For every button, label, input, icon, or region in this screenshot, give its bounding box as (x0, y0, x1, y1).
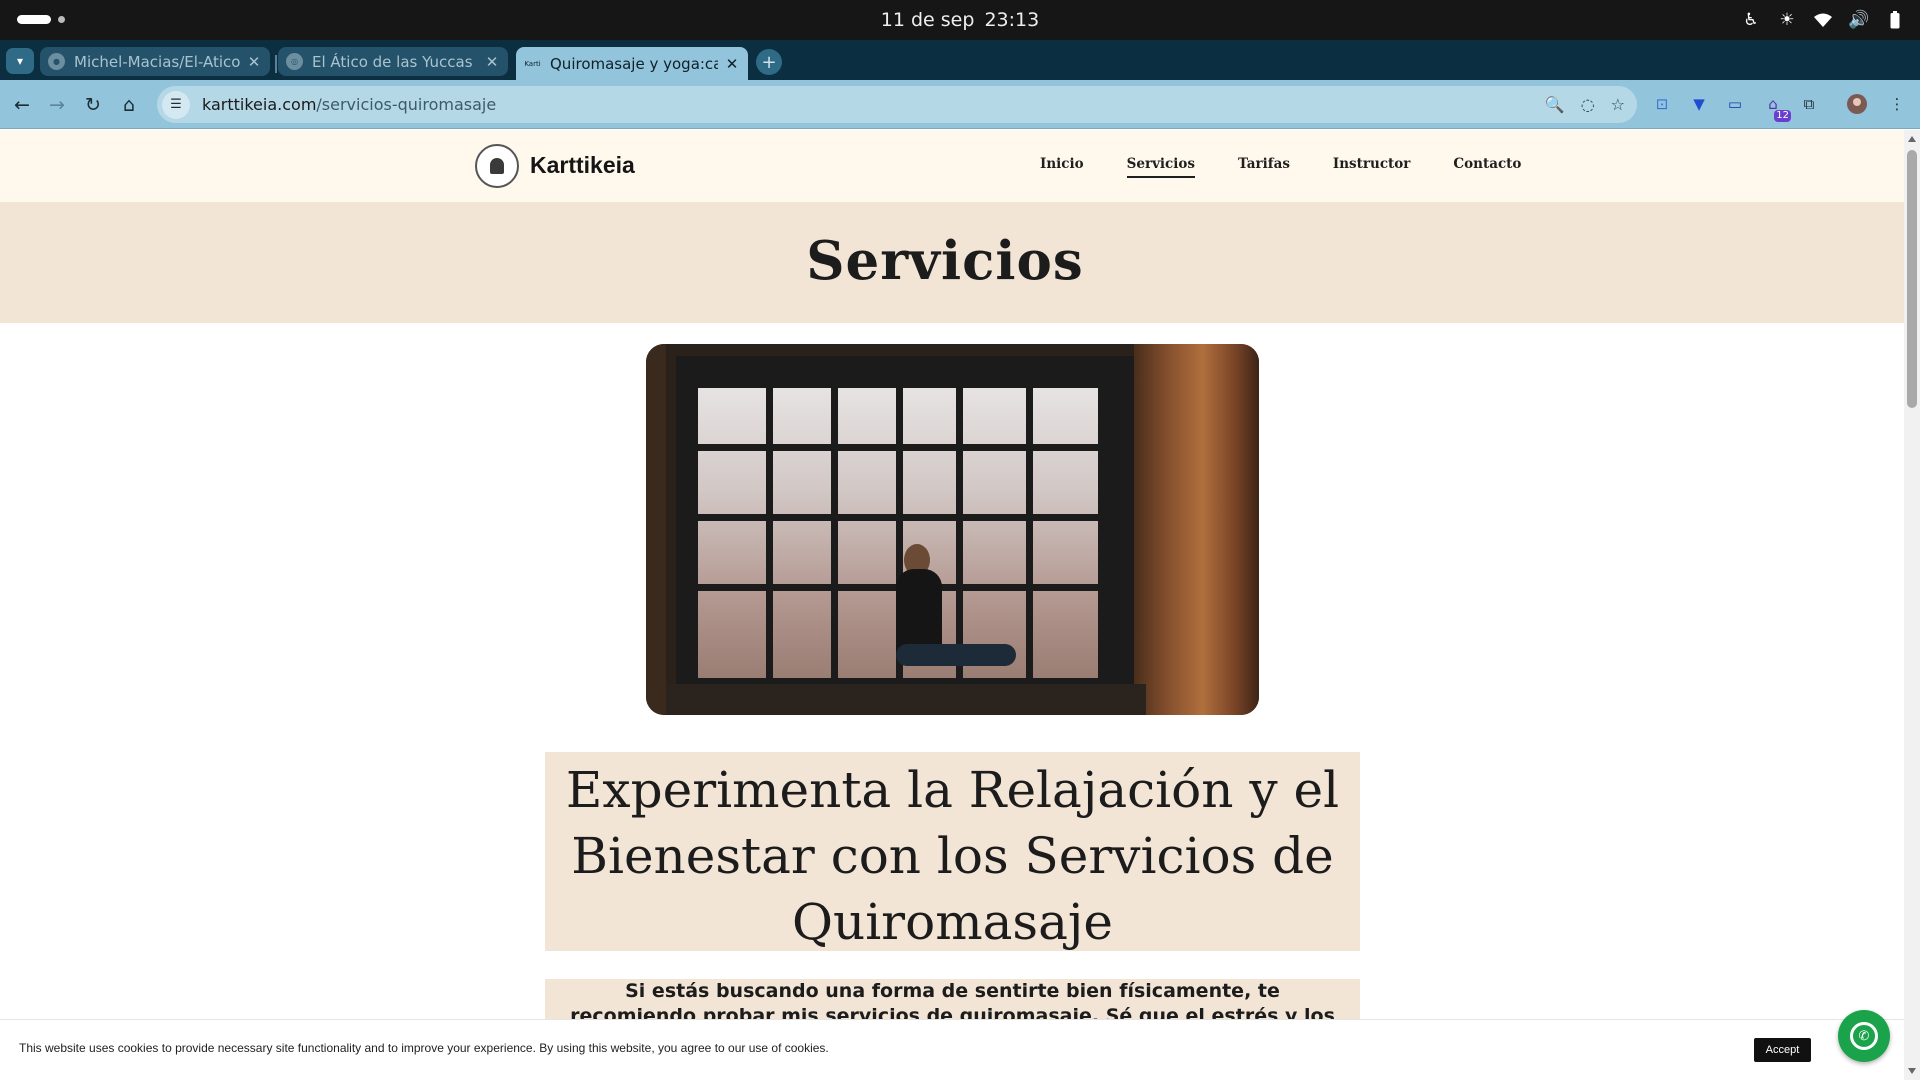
nav-servicios[interactable]: Servicios (1126, 156, 1196, 178)
brightness-icon[interactable]: ☀ (1776, 9, 1798, 31)
plus-icon: + (761, 51, 777, 73)
page-banner: Servicios (0, 202, 1904, 323)
tab-separator (275, 55, 277, 73)
home-icon: ⌂ (122, 94, 136, 116)
close-icon[interactable]: ✕ (246, 53, 262, 71)
site-brand[interactable]: Karttikeia (530, 152, 635, 179)
extension-badge-icon[interactable]: ⌂ 12 (1761, 92, 1791, 122)
address-bar[interactable]: ☰ karttikeia.com/servicios-quiromasaje 🔍… (157, 86, 1637, 123)
services-headline: Experimenta la Relajación y el Bienestar… (565, 761, 1340, 951)
hero-image (646, 344, 1259, 715)
headline-box: Experimenta la Relajación y el Bienestar… (545, 752, 1360, 951)
arrow-right-icon: → (49, 94, 65, 116)
page-scrollbar[interactable] (1904, 130, 1920, 1080)
tab-title: El Ático de las Yuccas - Y (312, 52, 478, 71)
zoom-icon[interactable]: 🔍 (1545, 95, 1565, 114)
extension-badge-count: 12 (1774, 110, 1791, 122)
menu-kebab-icon[interactable]: ⋮ (1885, 92, 1909, 116)
reload-icon: ↻ (85, 94, 101, 116)
tab-search-button[interactable]: ▾ (6, 48, 34, 74)
site-favicon: Karti (524, 59, 541, 68)
site-header: Karttikeia Inicio Servicios Tarifas Inst… (0, 130, 1904, 202)
scroll-down-arrow-icon[interactable] (1908, 1068, 1916, 1074)
fq-extension-icon[interactable]: ▭ (1723, 92, 1747, 116)
site-logo[interactable] (475, 144, 519, 188)
url-path: /servicios-quiromasaje (316, 95, 497, 114)
cookie-accept-button[interactable]: Accept (1754, 1038, 1811, 1062)
home-button[interactable]: ⌂ (116, 92, 142, 118)
eye-off-icon[interactable]: ◌ (1581, 95, 1595, 114)
arrow-left-icon: ← (14, 94, 30, 116)
url-domain: karttikeia.com (202, 95, 317, 114)
scroll-up-arrow-icon[interactable] (1908, 136, 1916, 142)
system-tray[interactable]: ♿ ☀ 🔊 (1740, 0, 1906, 40)
clock-date: 11 de sep (880, 9, 975, 31)
page-viewport: Karttikeia Inicio Servicios Tarifas Inst… (0, 130, 1904, 1080)
nav-tarifas[interactable]: Tarifas (1238, 156, 1290, 178)
star-icon[interactable]: ☆ (1611, 95, 1625, 114)
accessibility-icon[interactable]: ♿ (1740, 9, 1762, 31)
chevron-down-icon: ▾ (16, 54, 24, 68)
whatsapp-button[interactable]: ✆ (1838, 1010, 1890, 1062)
extensions-puzzle-icon[interactable]: ⧉ (1797, 92, 1821, 116)
cookie-banner: This website uses cookies to provide nec… (0, 1019, 1904, 1080)
site-info-icon[interactable]: ☰ (162, 90, 190, 119)
tab-el-atico[interactable]: ◎ El Ático de las Yuccas - Y ✕ (278, 47, 508, 76)
battery-icon[interactable] (1884, 9, 1906, 31)
os-top-bar: 11 de sep 23:13 ♿ ☀ 🔊 (0, 0, 1920, 40)
cookie-text: This website uses cookies to provide nec… (19, 1041, 829, 1055)
nav-instructor[interactable]: Instructor (1333, 156, 1410, 178)
profile-avatar[interactable] (1845, 92, 1869, 116)
nav-inicio[interactable]: Inicio (1040, 156, 1084, 178)
forward-button[interactable]: → (44, 92, 70, 118)
page-title: Servicios (806, 230, 1084, 292)
url-text[interactable]: karttikeia.com/servicios-quiromasaje (202, 95, 496, 114)
close-icon[interactable]: ✕ (724, 55, 740, 73)
tab-quiromasaje[interactable]: Karti Quiromasaje y yoga:car ✕ (516, 47, 748, 80)
pin-extension-icon[interactable]: ▼ (1687, 92, 1711, 116)
whatsapp-icon: ✆ (1850, 1022, 1878, 1050)
tab-title: Quiromasaje y yoga:car (550, 54, 718, 73)
tab-title: Michel-Macias/El-Atico- (74, 52, 240, 71)
translate-extension-icon[interactable]: ⊡ (1650, 92, 1674, 116)
new-tab-button[interactable]: + (756, 49, 782, 75)
clock-time: 23:13 (984, 9, 1040, 31)
reload-button[interactable]: ↻ (80, 92, 106, 118)
browser-toolbar: ← → ↻ ⌂ ☰ karttikeia.com/servicios-quiro… (0, 80, 1920, 129)
tab-strip: ▾ ● Michel-Macias/El-Atico- ✕ ◎ El Ático… (0, 40, 1920, 80)
volume-icon[interactable]: 🔊 (1848, 9, 1870, 31)
nav-contacto[interactable]: Contacto (1453, 156, 1521, 178)
wifi-icon[interactable] (1812, 9, 1834, 31)
github-icon: ● (48, 53, 65, 70)
tab-github[interactable]: ● Michel-Macias/El-Atico- ✕ (40, 47, 270, 76)
back-button[interactable]: ← (9, 92, 35, 118)
close-icon[interactable]: ✕ (484, 53, 500, 71)
site-nav: Inicio Servicios Tarifas Instructor Cont… (1040, 156, 1564, 178)
scroll-thumb[interactable] (1907, 150, 1917, 408)
clock[interactable]: 11 de sep 23:13 (0, 0, 1920, 40)
globe-icon: ◎ (286, 53, 303, 70)
